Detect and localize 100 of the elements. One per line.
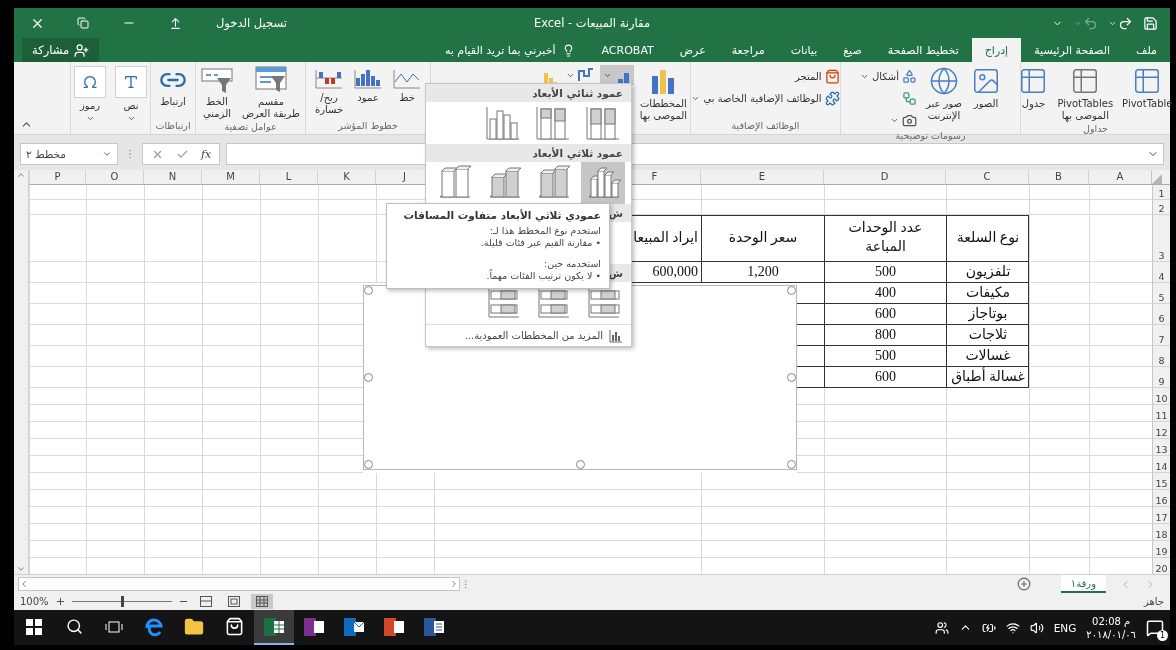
taskbar-button[interactable] [254,610,294,645]
resize-handle[interactable] [575,460,585,469]
resize-handle[interactable] [364,373,373,382]
row-header[interactable]: 17 [1152,507,1170,524]
grid-cell[interactable]: 600 [824,304,946,325]
notification-center[interactable]: 1 [1146,618,1164,637]
row-header[interactable]: 3 [1152,215,1170,262]
volume-icon[interactable] [1029,620,1044,635]
ribbon-tab[interactable]: الصفحة الرئيسية [1021,38,1124,62]
resize-handle[interactable] [787,286,796,295]
column-header[interactable]: D [823,170,945,185]
ribbon-button[interactable]: جدول [1015,65,1052,111]
insert-function-button[interactable]: fx [201,147,212,161]
ribbon-tab[interactable]: مراجعة [718,38,778,62]
chart-type-button[interactable] [599,65,634,85]
column-header[interactable]: P [29,170,85,185]
select-all-button[interactable] [1151,170,1170,185]
row-header[interactable]: 7 [1152,325,1170,346]
column-header[interactable]: M [201,170,259,185]
column-header[interactable]: E [700,170,823,185]
grid-cell[interactable]: مكيفات [946,283,1029,304]
zoom-in-icon[interactable] [54,596,66,607]
ribbon-button[interactable]: عمود [350,65,386,105]
ribbon-tab[interactable]: إدراج [971,38,1022,62]
grid-cell[interactable]: تلفزيون [946,262,1029,283]
column-header[interactable]: O [85,170,143,185]
scroll-left-icon[interactable] [19,579,29,589]
row-header[interactable]: 1 [1152,185,1170,200]
grid-cell[interactable]: غسالات [946,346,1029,367]
store-button[interactable]: المتجر [791,67,843,86]
scroll-down-icon[interactable] [16,564,26,574]
scroll-right-icon[interactable] [449,579,459,589]
header-cell[interactable]: عدد الوحدات المباعة [824,215,946,262]
row-header[interactable]: 20 [1152,558,1170,574]
chart-option[interactable] [581,162,625,204]
zoom-thumb[interactable] [120,596,124,607]
row-header[interactable]: 13 [1152,439,1170,456]
grid-cell[interactable]: 500 [824,346,946,367]
add-sheet-icon[interactable] [1016,577,1031,591]
row-header[interactable]: 8 [1152,346,1170,367]
ribbon-button[interactable]: ارتباط [156,65,190,109]
ribbon-button[interactable]: خط [389,65,425,105]
column-header[interactable]: N [143,170,201,185]
row-header[interactable]: 15 [1152,473,1170,490]
row-header[interactable]: 11 [1152,405,1170,422]
row-header[interactable]: 6 [1152,304,1170,325]
ribbon-button[interactable]: ربح/ خسارة [311,65,347,117]
ribbon-tab[interactable]: بيانات [777,38,831,62]
ribbon-tab[interactable]: ملف [1123,38,1170,62]
people-icon[interactable] [934,620,949,635]
more-charts-item[interactable]: المزيد من المخططات العمودية... [426,324,631,346]
column-header[interactable]: L [259,170,317,185]
resize-handle[interactable] [787,460,796,469]
wifi-icon[interactable] [1005,620,1020,635]
ribbon-tab[interactable]: عرض [666,38,719,62]
grid-cell[interactable]: 800 [824,325,946,346]
ribbon-button[interactable]: صور عبر الإنترنت [922,65,966,123]
ribbon-tab[interactable]: ACROBAT [588,38,667,62]
view-button[interactable] [250,594,273,609]
header-cell[interactable]: سعر الوحدة [701,215,824,262]
vertical-scrollbar[interactable] [14,170,29,574]
row-header[interactable]: 16 [1152,490,1170,507]
column-header[interactable]: B [1028,170,1088,185]
row-header[interactable]: 2 [1152,200,1170,215]
row-header[interactable]: 5 [1152,283,1170,304]
resize-handle[interactable] [364,460,373,469]
header-cell[interactable]: نوع السلعة [946,215,1029,262]
grid-cell[interactable]: بوتاجاز [946,304,1029,325]
clock[interactable]: 02:08 م ٢٠١٨/٠١/٠٦ [1086,614,1136,641]
horizontal-scrollbar[interactable] [18,577,460,591]
ribbon-button[interactable]: رموز [71,65,109,124]
sign-in-link[interactable]: تسجيل الدخول [198,16,305,30]
row-header[interactable]: 9 [1152,367,1170,388]
grid-cell[interactable]: 500 [824,262,946,283]
grid-cell[interactable]: 400 [824,283,946,304]
scroll-up-icon[interactable] [16,170,26,180]
language-indicator[interactable]: ENG [1053,621,1077,634]
name-box[interactable]: مخطط ٢ [20,143,118,165]
ribbon-button[interactable]: PivotTables الموصى بها [1054,65,1117,123]
ribbon-tab[interactable]: تخطيط الصفحة [874,38,972,62]
ribbon-tab[interactable]: صيغ [830,38,875,62]
ribbon-button[interactable]: نص [112,65,150,124]
column-header[interactable]: A [1088,170,1151,185]
resize-handle[interactable] [364,286,373,295]
grid-cell[interactable]: 1,200 [701,262,824,283]
row-header[interactable]: 18 [1152,524,1170,541]
row-header[interactable]: 4 [1152,262,1170,283]
ribbon-button[interactable]: الصور [968,65,1005,111]
ribbon-button[interactable]: مقسم طريقة العرض [238,65,304,121]
column-header[interactable]: C [945,170,1028,185]
share-button[interactable]: مشاركة [22,38,100,62]
my-addins-button[interactable]: الوظائف الإضافية الخاصة بي [688,89,843,108]
grid-cell[interactable]: غسالة أطباق [946,367,1029,388]
sheet-tab[interactable]: ورقة١ [1060,575,1106,593]
grid-cell[interactable]: 600 [824,367,946,388]
ribbon-button[interactable]: الخط الزمني [197,65,236,121]
row-header[interactable]: 12 [1152,422,1170,439]
column-header[interactable]: K [317,170,375,185]
grid-cell[interactable]: ثلاجات [946,325,1029,346]
row-header[interactable]: 10 [1152,388,1170,405]
